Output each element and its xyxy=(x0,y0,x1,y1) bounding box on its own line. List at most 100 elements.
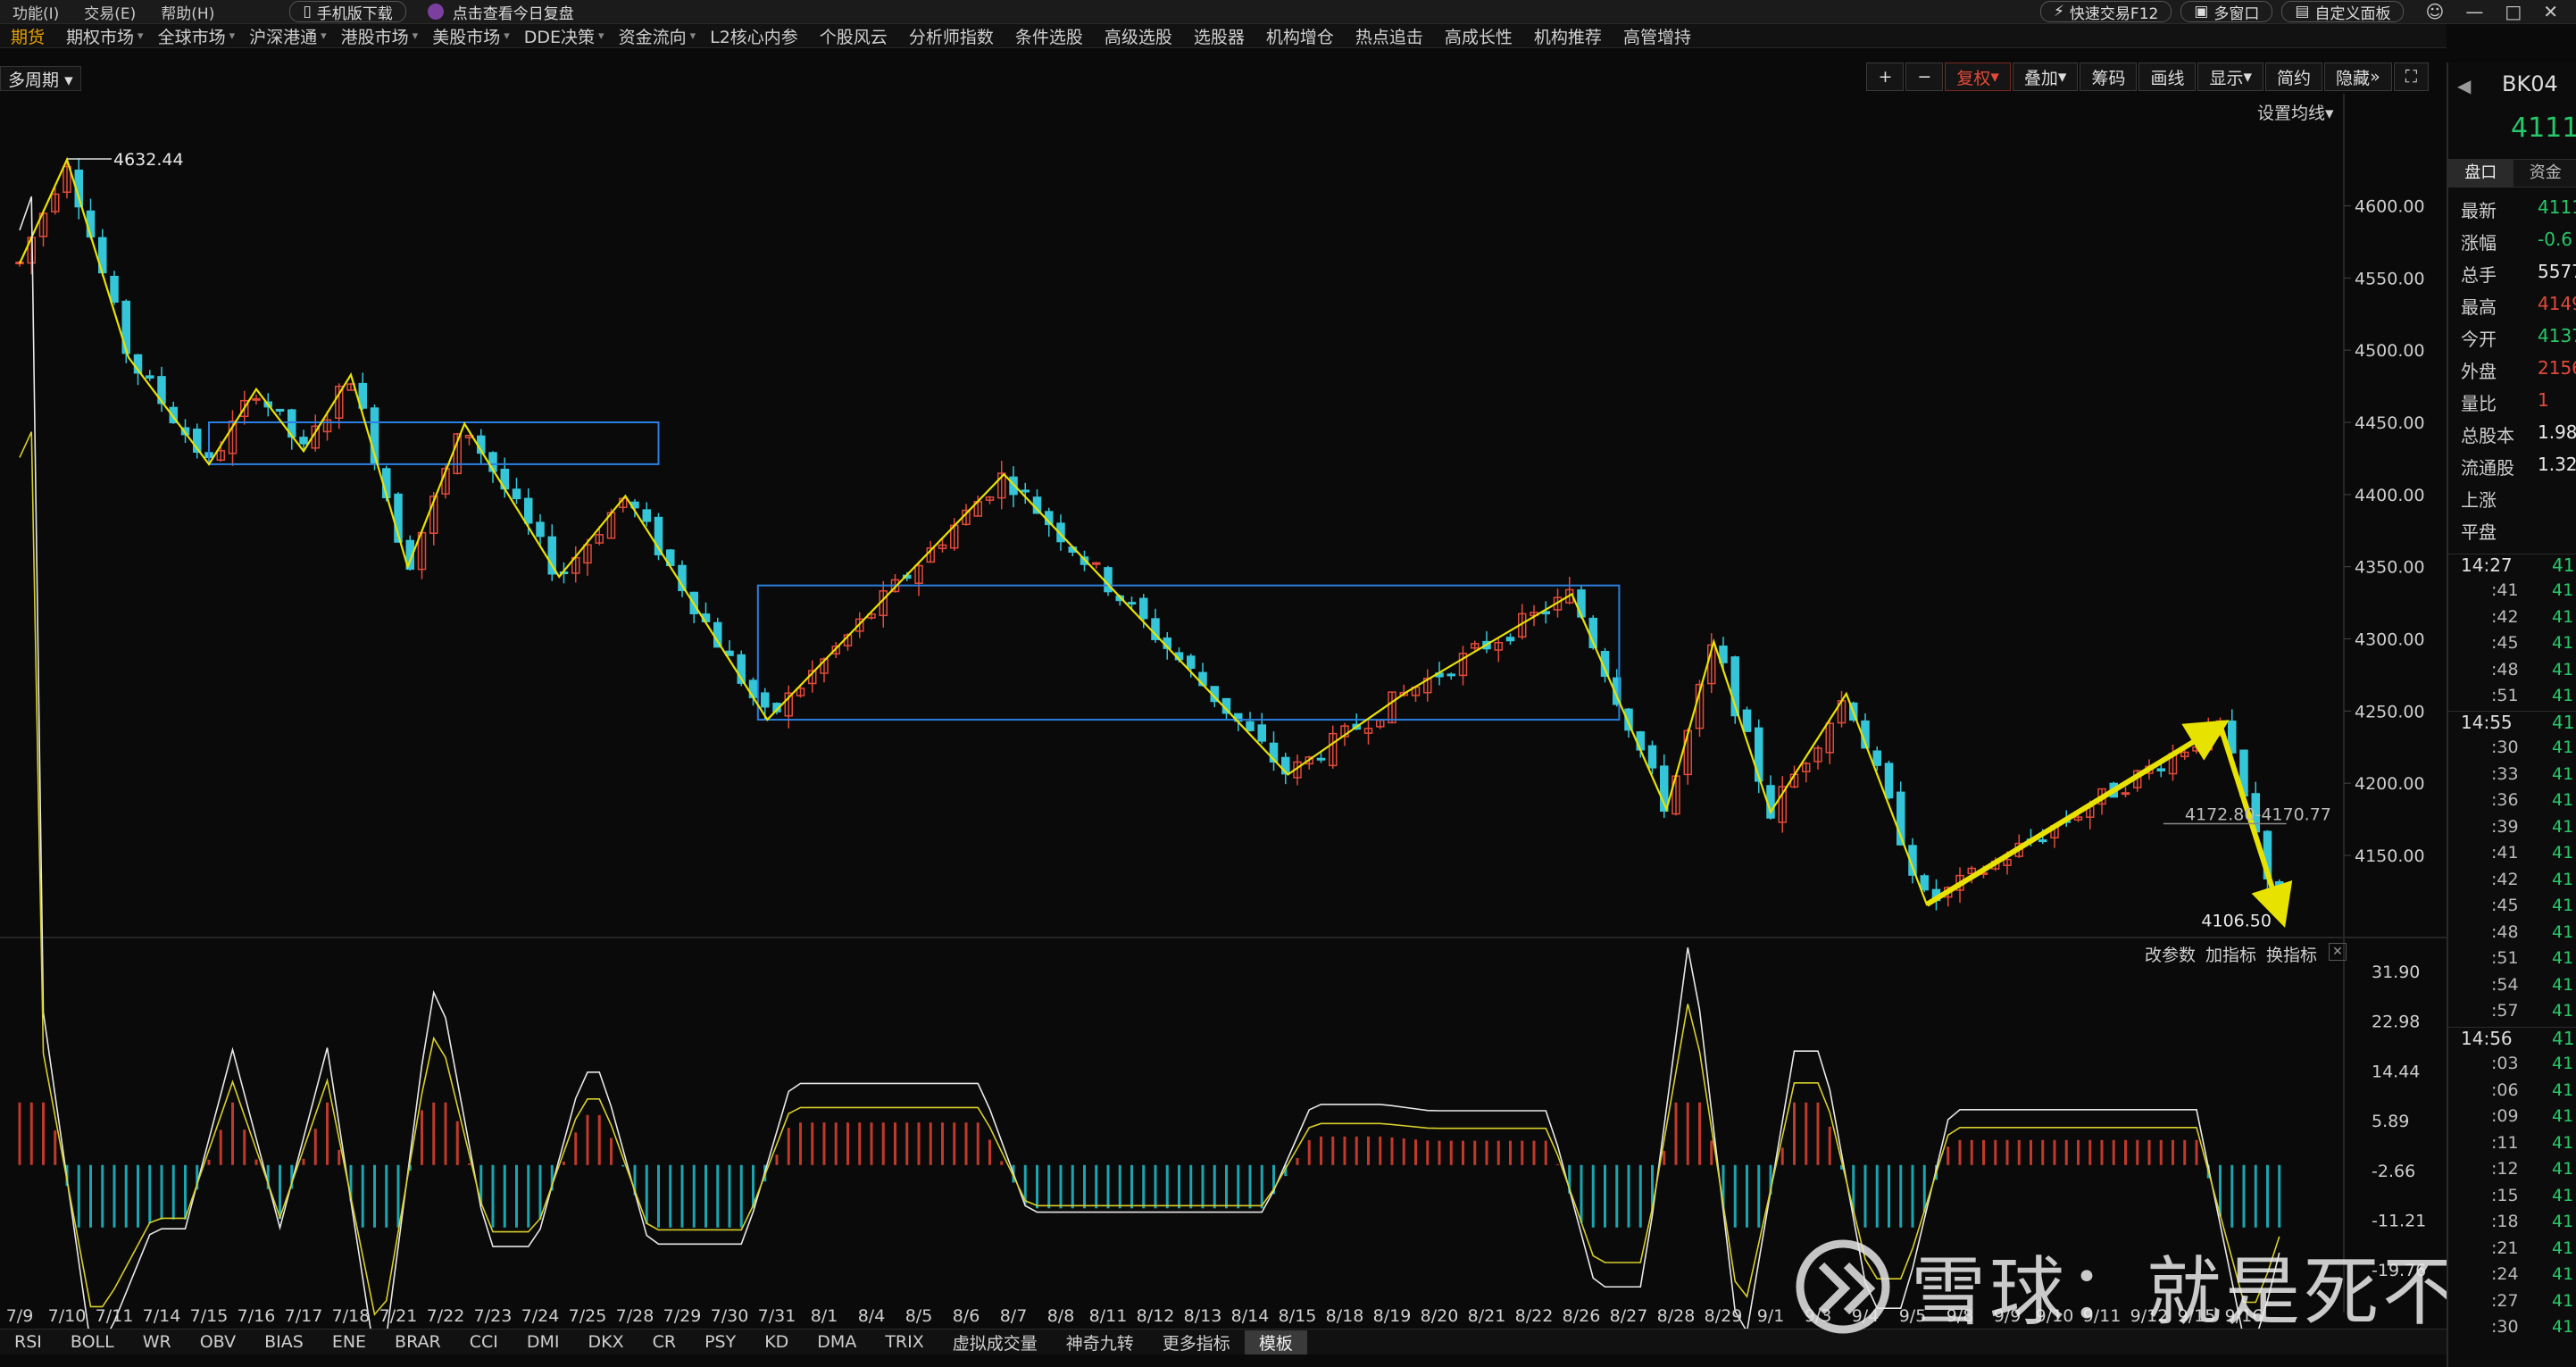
candle-body xyxy=(524,497,533,524)
indicator-tab[interactable]: 模板 xyxy=(1244,1329,1307,1354)
tick-row: :03 41 xyxy=(2448,1054,2576,1079)
quote-row: 最高 4149 xyxy=(2448,293,2576,320)
tick-price: 41 xyxy=(2552,1106,2574,1126)
tick-price: 41 xyxy=(2552,1212,2574,1231)
tick-price: 41 xyxy=(2552,686,2574,705)
indicator-tab[interactable]: DMA xyxy=(803,1332,871,1352)
watermark: 雪球：就是死不了 xyxy=(1795,1232,2539,1340)
tick-time: :12 xyxy=(2491,1159,2519,1179)
tick-price: 41 xyxy=(2552,763,2574,784)
date-tick-label: 7/25 xyxy=(569,1306,607,1326)
tick-price: 41 xyxy=(2552,738,2574,757)
date-tick-label: 8/8 xyxy=(1047,1306,1075,1326)
price-tick-label: 4200.00 xyxy=(2355,774,2425,794)
tick-price: 41 xyxy=(2552,712,2575,733)
tick-price: 41 xyxy=(2552,1132,2574,1153)
close-icon[interactable]: ✕ xyxy=(2543,1,2558,22)
add-indicator-link[interactable]: 加指标 xyxy=(2205,942,2256,966)
candle-body xyxy=(1257,724,1266,742)
indicator-tab[interactable]: BIAS xyxy=(250,1332,318,1352)
tick-row: :21 41 xyxy=(2448,1238,2576,1263)
indicator-tab[interactable]: DKX xyxy=(574,1332,638,1352)
indicator-tab[interactable]: KD xyxy=(750,1332,803,1352)
tick-row: :30 41 xyxy=(2448,738,2576,763)
switch-indicator-link[interactable]: 换指标 xyxy=(2266,942,2317,966)
quote-row: 上涨 xyxy=(2448,486,2576,513)
tick-time: :21 xyxy=(2491,1238,2519,1258)
candlestick-chart[interactable]: 4600.00 4550.00 4500.00 4450.00 4400.00 4350.… xyxy=(0,0,2447,1329)
date-tick-label: 7/11 xyxy=(96,1306,134,1326)
tick-price: 41 xyxy=(2552,790,2574,810)
tick-time: :06 xyxy=(2491,1079,2519,1100)
price-tick-label: 4500.00 xyxy=(2355,341,2425,361)
candle-body xyxy=(1021,489,1030,493)
tick-row: :12 41 xyxy=(2448,1159,2576,1184)
tick-price: 41 xyxy=(2552,554,2575,576)
tick-row: :48 41 xyxy=(2448,922,2576,947)
indicator-tab[interactable]: ENE xyxy=(318,1332,380,1352)
indicator-tab[interactable]: 虚拟成交量 xyxy=(938,1330,1052,1354)
date-tick-label: 8/15 xyxy=(1279,1306,1317,1326)
indicator-tab[interactable]: OBV xyxy=(186,1332,250,1352)
indicator-tab[interactable]: BRAR xyxy=(380,1332,455,1352)
indicator-tab[interactable]: CCI xyxy=(455,1332,513,1352)
tick-row: :41 41 xyxy=(2448,580,2576,605)
indicator-tab[interactable]: RSI xyxy=(0,1332,56,1352)
candle-body xyxy=(713,621,722,648)
date-tick-label: 8/14 xyxy=(1231,1306,1270,1326)
quote-value: 4149 xyxy=(2538,293,2576,314)
high-label: 4632.44 xyxy=(113,150,184,170)
indicator-tab[interactable]: 神奇九转 xyxy=(1052,1330,1148,1354)
tick-row: :57 41 xyxy=(2448,1001,2576,1026)
indicator-tab[interactable]: PSY xyxy=(690,1332,750,1352)
candle-body xyxy=(121,300,130,354)
price-tick-label: 4350.00 xyxy=(2355,558,2425,578)
quote-value: -0.6 xyxy=(2538,229,2573,250)
price-tick-label: 4300.00 xyxy=(2355,630,2425,650)
tick-row: :45 41 xyxy=(2448,896,2576,921)
price-tick-label: 4450.00 xyxy=(2355,413,2425,433)
indicator-tab[interactable]: BOLL xyxy=(56,1332,129,1352)
tick-time: 14:27 xyxy=(2461,554,2513,576)
candle-body xyxy=(299,437,308,445)
indicator-tab[interactable]: CR xyxy=(638,1332,690,1352)
indicator-tab[interactable]: 更多指标 xyxy=(1148,1330,1245,1354)
tick-time: :42 xyxy=(2491,606,2519,627)
quote-label: 最新 xyxy=(2461,200,2497,221)
tick-row: :51 41 xyxy=(2448,948,2576,973)
date-tick-label: 7/14 xyxy=(143,1306,181,1326)
change-params-link[interactable]: 改参数 xyxy=(2145,942,2196,966)
quote-row: 总股本 1.98 xyxy=(2448,421,2576,448)
tick-price: 41 xyxy=(2552,896,2574,915)
tab-pankou[interactable]: 盘口 xyxy=(2448,160,2513,187)
quote-label: 平盘 xyxy=(2461,521,2497,543)
indicator-tab[interactable]: DMI xyxy=(513,1332,574,1352)
tick-price: 41 xyxy=(2552,580,2574,600)
last-price: 4111.4 xyxy=(2511,113,2576,144)
maximize-icon[interactable]: □ xyxy=(2505,1,2522,22)
tick-time-header: 14:27 41 xyxy=(2448,554,2576,579)
indicator-tab[interactable]: TRIX xyxy=(871,1332,938,1352)
tab-zijin[interactable]: 资金 xyxy=(2513,160,2576,187)
quote-value: 1.98 xyxy=(2538,421,2576,443)
price-tick-label: 4600.00 xyxy=(2355,197,2425,217)
tick-time: :41 xyxy=(2491,580,2519,600)
date-tick-label: 7/22 xyxy=(427,1306,465,1326)
tick-price: 41 xyxy=(2552,869,2574,889)
date-tick-label: 8/4 xyxy=(858,1306,886,1326)
minimize-icon[interactable]: — xyxy=(2465,1,2483,22)
close-indicator-icon[interactable]: ✕ xyxy=(2329,943,2347,961)
tick-row: :42 41 xyxy=(2448,607,2576,632)
candle-body xyxy=(1127,602,1137,605)
tick-time: :54 xyxy=(2491,974,2519,995)
collapse-arrow-icon[interactable]: ◀ xyxy=(2457,75,2471,96)
date-tick-label: 7/31 xyxy=(758,1306,796,1326)
trend-arrow xyxy=(1925,720,2230,907)
candle-body xyxy=(1920,875,1929,891)
candle-body xyxy=(1246,721,1255,731)
candle-body xyxy=(761,692,770,708)
indicator-tab[interactable]: WR xyxy=(129,1332,186,1352)
tick-price: 41 xyxy=(2552,1159,2574,1179)
quote-panel: ◀ BK04 4111.4 盘口 资金 最新 4111 涨幅 -0.6 总手 5577.1… xyxy=(2447,63,2576,1367)
tick-price: 41 xyxy=(2552,1264,2574,1284)
